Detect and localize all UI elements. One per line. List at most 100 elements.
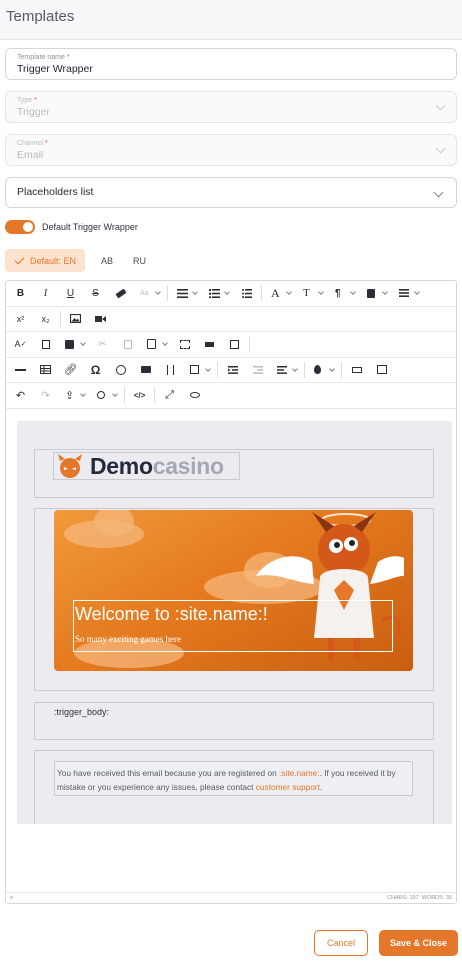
democasino-logo: Democasino	[53, 452, 240, 480]
list-bullets-icon	[177, 288, 188, 298]
save-close-button[interactable]: Save & Close	[379, 930, 458, 956]
type-label: Type	[17, 97, 33, 104]
channel-select: Channel * Email	[5, 134, 457, 166]
form-icon[interactable]	[369, 359, 394, 381]
template-name-label: Template name	[17, 54, 65, 61]
path-indicator: ¤	[10, 895, 14, 901]
check-icon	[14, 254, 25, 264]
char-count: CHARS: 197	[387, 895, 419, 901]
redo-icon: ↷	[40, 389, 51, 402]
indent-icon[interactable]	[220, 359, 245, 381]
strikethrough-button[interactable]: S	[83, 282, 108, 304]
upload-dropdown[interactable]: ⇪	[58, 384, 90, 406]
link-icon[interactable]: 🔗︎	[58, 359, 83, 381]
customer-support-link[interactable]: customer support	[256, 782, 320, 792]
numbered-list-icon	[209, 288, 220, 298]
tab-ru[interactable]: RU	[123, 249, 156, 272]
omega-icon[interactable]: Ω	[83, 359, 108, 381]
tab-default-en[interactable]: Default: EN	[5, 249, 86, 272]
email-preview: Democasino Welcome to:site.name:! So ma…	[17, 421, 452, 824]
toolbar-row-2: x² x₂	[6, 307, 456, 332]
iframe-icon[interactable]	[133, 359, 158, 381]
footer-block: You have received this email because you…	[34, 750, 434, 824]
chevron-down-icon	[433, 187, 444, 198]
default-toggle-row: Default Trigger Wrapper	[5, 219, 457, 235]
emoji-icon[interactable]	[108, 359, 133, 381]
paste-icon[interactable]	[140, 333, 172, 355]
toolbar-row-3: A ✓ ✂	[6, 332, 456, 358]
welcome-subtitle: So many exciting games here	[75, 634, 181, 644]
italic-button[interactable]: I	[33, 282, 58, 304]
copy-icon	[115, 333, 140, 355]
eye-icon[interactable]	[182, 384, 207, 406]
bold-button[interactable]: B	[8, 282, 33, 304]
welcome-banner: Welcome to :site.name:! So many exciting…	[54, 510, 413, 671]
type-value: Trigger	[17, 106, 50, 118]
align-dropdown[interactable]	[392, 282, 424, 304]
font-size-dropdown[interactable]: Aa	[133, 282, 165, 304]
tab-ab[interactable]: AB	[91, 249, 123, 272]
find-dropdown[interactable]	[90, 384, 122, 406]
save-dropdown[interactable]	[58, 333, 90, 355]
eraser-icon[interactable]	[108, 282, 133, 304]
footer-text[interactable]: You have received this email because you…	[54, 761, 413, 796]
select-all-icon[interactable]	[172, 333, 197, 355]
fullscreen-icon[interactable]: ⤢	[157, 384, 182, 406]
paste-dropdown[interactable]	[360, 282, 392, 304]
template-name-field[interactable]: Template name * Trigger Wrapper	[5, 48, 457, 80]
type-select: Type * Trigger	[5, 91, 457, 123]
devil-logo-icon	[58, 454, 82, 478]
rich-text-editor: B I U S Aa A T ¶ x² x₂ A ✓ ✂ 🔗︎ Ω ↶ ↷ ⇪ …	[5, 280, 457, 904]
underline-button[interactable]: U	[58, 282, 83, 304]
outdent-icon	[245, 359, 270, 381]
logo-block: Democasino	[34, 449, 434, 498]
page-title: Templates	[6, 8, 75, 25]
page-break-icon[interactable]	[158, 359, 183, 381]
undo-icon[interactable]: ↶	[8, 384, 33, 406]
subscript-button[interactable]: x₂	[33, 308, 58, 330]
default-trigger-wrapper-toggle[interactable]	[5, 220, 35, 234]
welcome-title: Welcome to :site.name:!	[75, 604, 268, 624]
toolbar-row-4: 🔗︎ Ω	[6, 358, 456, 383]
color-dropdown[interactable]	[307, 359, 339, 381]
table-icon[interactable]	[33, 359, 58, 381]
list-icon[interactable]	[234, 282, 259, 304]
word-count: WORDS: 35	[421, 895, 452, 901]
trigger-body-placeholder: :trigger_body:	[54, 707, 110, 717]
cut-icon: ✂	[98, 338, 107, 350]
numbering-dropdown[interactable]	[202, 282, 234, 304]
horizontal-line-icon[interactable]	[8, 359, 33, 381]
font-family-dropdown[interactable]: A	[264, 282, 296, 304]
image-icon[interactable]	[63, 308, 88, 330]
video-icon[interactable]	[88, 308, 113, 330]
banner-block: Welcome to :site.name:! So many exciting…	[34, 508, 434, 691]
preview-icon[interactable]	[222, 333, 247, 355]
channel-label: Channel	[17, 140, 44, 147]
button-insert-icon[interactable]	[344, 359, 369, 381]
editor-statusbar: ¤ CHARS: 197 WORDS: 35	[6, 892, 456, 903]
code-view-icon[interactable]: </>	[127, 384, 152, 406]
language-tabs: Default: EN AB RU	[5, 249, 457, 272]
trigger-body-block[interactable]: :trigger_body:	[34, 702, 434, 740]
welcome-text-box[interactable]: Welcome to :site.name:! So many exciting…	[73, 600, 393, 652]
cancel-button[interactable]: Cancel	[314, 930, 368, 956]
text-align-dropdown[interactable]	[270, 359, 302, 381]
page-header: Templates	[0, 0, 462, 40]
toggle-label: Default Trigger Wrapper	[42, 222, 138, 232]
bullets-dropdown[interactable]	[170, 282, 202, 304]
template-name-value: Trigger Wrapper	[17, 63, 93, 75]
channel-value: Email	[17, 149, 44, 161]
template-form: Template name * Trigger Wrapper Type * T…	[0, 40, 462, 961]
text-size-dropdown[interactable]: T	[296, 282, 328, 304]
superscript-button[interactable]: x²	[8, 308, 33, 330]
spellcheck-icon[interactable]: A ✓	[8, 333, 33, 355]
placeholders-select[interactable]: Placeholders list	[5, 177, 457, 208]
paragraph-dropdown[interactable]: ¶	[328, 282, 360, 304]
templates-dropdown[interactable]	[183, 359, 215, 381]
toolbar-row-5: ↶ ↷ ⇪ </> ⤢	[6, 383, 456, 409]
toolbar-row-1: B I U S Aa A T ¶	[6, 281, 456, 307]
form-actions: Cancel Save & Close	[314, 930, 458, 956]
source-icon[interactable]	[33, 333, 58, 355]
site-name-link[interactable]: :site.name:	[279, 768, 320, 778]
format-painter-icon[interactable]	[197, 333, 222, 355]
